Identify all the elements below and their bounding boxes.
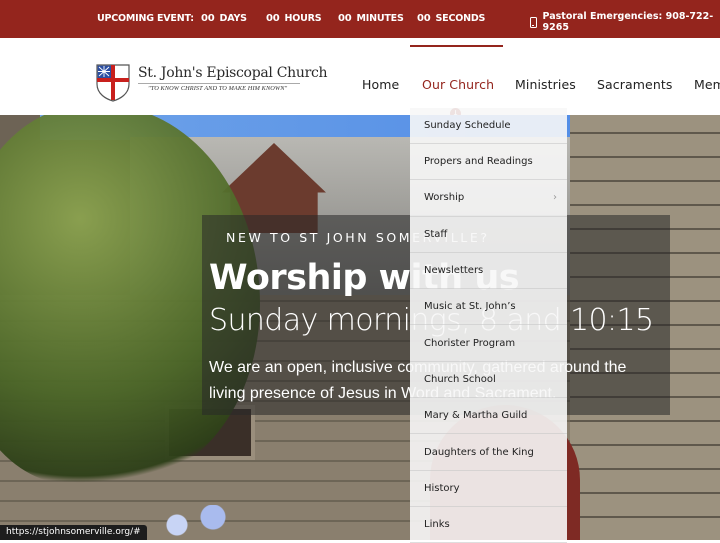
dropdown-item-propers-and-readings[interactable]: Propers and Readings xyxy=(410,144,567,180)
countdown-value: 00 xyxy=(201,13,215,24)
our-church-dropdown: Sunday Schedule Propers and Readings Wor… xyxy=(410,108,567,540)
top-bar: UPCOMING EVENT: 00 DAYS 00 HOURS 00 MINUTES… xyxy=(0,0,720,38)
countdown-value: 00 xyxy=(266,13,280,24)
hero-banner: NEW TO ST JOHN SOMERVILLE? Worship with … xyxy=(0,115,720,540)
dropdown-item-church-school[interactable]: Church School xyxy=(410,362,567,398)
dropdown-item-mary-martha-guild[interactable]: Mary & Martha Guild xyxy=(410,398,567,434)
dropdown-item-label: Propers and Readings xyxy=(424,156,533,167)
nav-members[interactable]: Mem xyxy=(694,77,720,92)
main-nav: Home Our Church Ministries Sacraments Me… xyxy=(0,46,720,123)
dropdown-item-chorister-program[interactable]: Chorister Program xyxy=(410,325,567,361)
dropdown-item-label: Staff xyxy=(424,229,447,240)
countdown-days: 00 DAYS xyxy=(201,13,247,24)
dropdown-item-newsletters[interactable]: Newsletters xyxy=(410,253,567,289)
dropdown-item-sunday-schedule[interactable]: Sunday Schedule xyxy=(410,108,567,144)
pastoral-emergency-link[interactable]: Pastoral Emergencies: 908-722-9265 xyxy=(530,11,720,33)
countdown-unit: MINUTES xyxy=(357,13,404,24)
dropdown-item-label: Sunday Schedule xyxy=(424,120,511,131)
nav-home[interactable]: Home xyxy=(362,77,399,92)
dropdown-item-label: Links xyxy=(424,519,450,530)
nav-ministries[interactable]: Ministries xyxy=(515,77,576,92)
pastoral-emergency-text: Pastoral Emergencies: 908-722-9265 xyxy=(543,11,720,33)
dropdown-item-label: Mary & Martha Guild xyxy=(424,410,527,421)
nav-sacraments[interactable]: Sacraments xyxy=(597,77,672,92)
countdown-value: 00 xyxy=(417,13,431,24)
dropdown-item-staff[interactable]: Staff xyxy=(410,217,567,253)
countdown-value: 00 xyxy=(338,13,352,24)
site-header: St. John's Episcopal Church "TO KNOW CHR… xyxy=(0,38,720,115)
dropdown-item-label: Newsletters xyxy=(424,265,483,276)
countdown-seconds: 00 SECONDS xyxy=(417,13,485,24)
dropdown-item-label: Church School xyxy=(424,374,496,385)
dropdown-item-label: Daughters of the King xyxy=(424,447,534,458)
dropdown-item-label: Music at St. John’s xyxy=(424,301,516,312)
countdown-unit: HOURS xyxy=(285,13,322,24)
countdown-minutes: 00 MINUTES xyxy=(338,13,404,24)
dropdown-item-history[interactable]: History xyxy=(410,471,567,507)
dropdown-item-label: Chorister Program xyxy=(424,338,515,349)
chevron-right-icon: › xyxy=(553,192,557,203)
dropdown-item-label: Worship xyxy=(424,192,464,203)
hero-photo-flowers xyxy=(150,505,240,540)
browser-status-url: https://stjohnsomerville.org/# xyxy=(0,525,147,540)
countdown-hours: 00 HOURS xyxy=(266,13,321,24)
mobile-phone-icon xyxy=(530,17,537,28)
dropdown-item-label: History xyxy=(424,483,460,494)
dropdown-item-links[interactable]: Links xyxy=(410,507,567,543)
dropdown-item-daughters-of-the-king[interactable]: Daughters of the King xyxy=(410,434,567,470)
nav-our-church[interactable]: Our Church xyxy=(422,77,494,92)
countdown-unit: SECONDS xyxy=(436,13,486,24)
active-nav-indicator xyxy=(410,45,503,47)
upcoming-event-label: UPCOMING EVENT: xyxy=(97,13,194,24)
dropdown-item-worship[interactable]: Worship › xyxy=(410,180,567,216)
countdown-unit: DAYS xyxy=(220,13,247,24)
dropdown-item-music[interactable]: Music at St. John’s xyxy=(410,289,567,325)
